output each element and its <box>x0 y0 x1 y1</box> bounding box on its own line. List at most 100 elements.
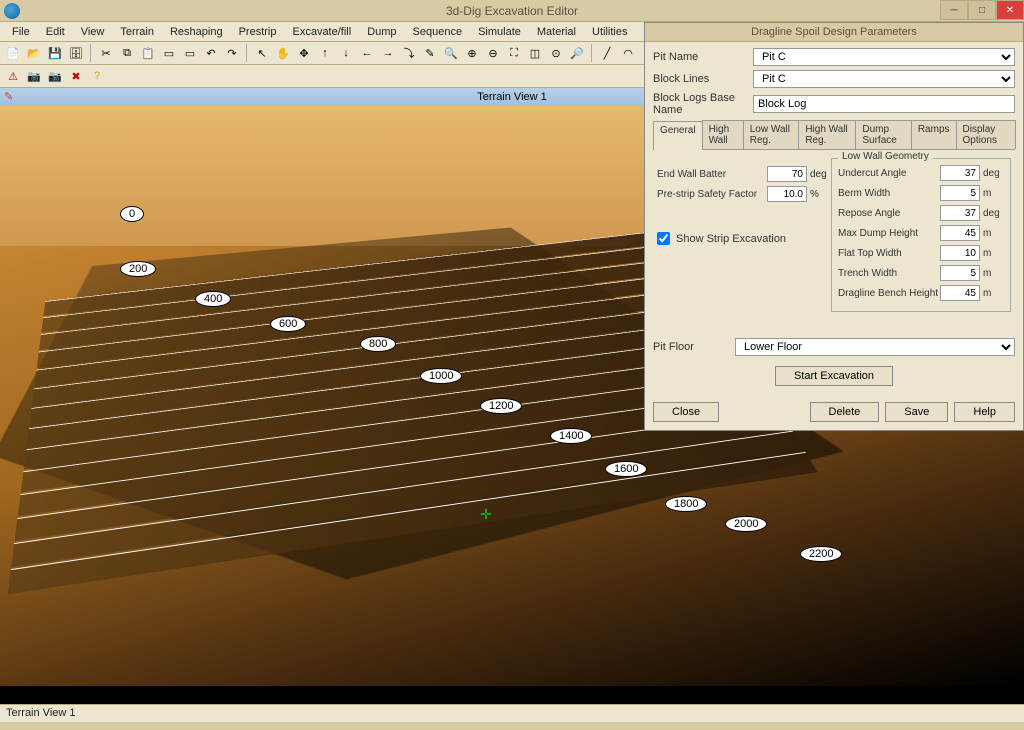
repose-label: Repose Angle <box>838 208 940 219</box>
wand-icon[interactable]: ✎ <box>421 44 439 62</box>
redo-icon[interactable]: ↷ <box>223 44 241 62</box>
menu-edit[interactable]: Edit <box>38 24 73 40</box>
endwall-input[interactable] <box>767 166 807 182</box>
block-logs-input[interactable] <box>753 95 1015 113</box>
menu-simulate[interactable]: Simulate <box>470 24 529 40</box>
minimize-button[interactable]: ─ <box>940 0 968 20</box>
arc-icon[interactable]: ◠ <box>619 44 637 62</box>
saveall-icon[interactable]: 🗄 <box>67 44 85 62</box>
close-button[interactable]: ✕ <box>996 0 1024 20</box>
tab-ramps[interactable]: Ramps <box>911 120 957 149</box>
camera1-icon[interactable]: 📷 <box>25 67 43 85</box>
status-text: Terrain View 1 <box>6 707 76 719</box>
menu-file[interactable]: File <box>4 24 38 40</box>
tab-highwallreg[interactable]: High Wall Reg. <box>798 120 856 149</box>
delete-icon[interactable]: ✖ <box>67 67 85 85</box>
dragline-dialog: Dragline Spoil Design Parameters Pit Nam… <box>644 22 1024 431</box>
tab-highwall[interactable]: High Wall <box>702 120 744 149</box>
move-icon[interactable]: ✥ <box>295 44 313 62</box>
start-excavation-button[interactable]: Start Excavation <box>775 366 893 386</box>
lowwall-legend: Low Wall Geometry <box>838 151 933 162</box>
fit-icon[interactable]: ⊙ <box>547 44 565 62</box>
tab-display[interactable]: Display Options <box>956 120 1017 149</box>
maxdump-unit: m <box>980 228 1004 239</box>
repose-unit: deg <box>980 208 1004 219</box>
maxdump-label: Max Dump Height <box>838 228 940 239</box>
app-icon <box>4 3 20 19</box>
tab-dumpsurface[interactable]: Dump Surface <box>855 120 911 149</box>
paste-icon[interactable]: 📋 <box>139 44 157 62</box>
prestrip-unit: % <box>807 189 831 200</box>
distance-label: 2200 <box>800 546 842 562</box>
pitfloor-select[interactable]: Lower Floor <box>735 338 1015 356</box>
cursor-icon: ✛ <box>480 506 492 523</box>
block-lines-select[interactable]: Pit C <box>753 70 1015 88</box>
zoomregion-icon[interactable]: ◫ <box>526 44 544 62</box>
right-icon[interactable]: → <box>379 44 397 62</box>
repose-input[interactable] <box>940 205 980 221</box>
trench-input[interactable] <box>940 265 980 281</box>
distance-label: 600 <box>270 316 306 332</box>
trench-label: Trench Width <box>838 268 940 279</box>
menu-terrain[interactable]: Terrain <box>112 24 162 40</box>
up-icon[interactable]: ↑ <box>316 44 334 62</box>
down-icon[interactable]: ↓ <box>337 44 355 62</box>
zoomsel-icon[interactable]: 🔎 <box>568 44 586 62</box>
warning-icon[interactable]: ⚠ <box>4 67 22 85</box>
bench-input[interactable] <box>940 285 980 301</box>
menu-view[interactable]: View <box>73 24 113 40</box>
select-icon[interactable]: ▭ <box>160 44 178 62</box>
undercut-input[interactable] <box>940 165 980 181</box>
zoom-icon[interactable]: 🔍 <box>442 44 460 62</box>
dialog-close-button[interactable]: Close <box>653 402 719 422</box>
new-icon[interactable]: 📄 <box>4 44 22 62</box>
maxdump-input[interactable] <box>940 225 980 241</box>
pit-name-select[interactable]: Pit C <box>753 48 1015 66</box>
undo-icon[interactable]: ↶ <box>202 44 220 62</box>
help-icon[interactable]: ? <box>88 67 106 85</box>
zoomout-icon[interactable]: ⊖ <box>484 44 502 62</box>
menu-utilities[interactable]: Utilities <box>584 24 635 40</box>
tab-general[interactable]: General <box>653 121 703 150</box>
endwall-label: End Wall Batter <box>657 169 767 180</box>
dialog-delete-button[interactable]: Delete <box>810 402 880 422</box>
distance-label: 800 <box>360 336 396 352</box>
flattop-input[interactable] <box>940 245 980 261</box>
zoomfit-icon[interactable]: ⛶ <box>505 44 523 62</box>
copy-icon[interactable]: ⧉ <box>118 44 136 62</box>
window-controls: ─ □ ✕ <box>940 0 1024 20</box>
camera2-icon[interactable]: 📷 <box>46 67 64 85</box>
left-icon[interactable]: ← <box>358 44 376 62</box>
dialog-title: Dragline Spoil Design Parameters <box>645 23 1023 42</box>
open-icon[interactable]: 📂 <box>25 44 43 62</box>
berm-input[interactable] <box>940 185 980 201</box>
undercut-unit: deg <box>980 168 1004 179</box>
show-strip-checkbox[interactable] <box>657 232 670 245</box>
dialog-help-button[interactable]: Help <box>954 402 1015 422</box>
zoomin-icon[interactable]: ⊕ <box>463 44 481 62</box>
save-icon[interactable]: 💾 <box>46 44 64 62</box>
tab-lowwallreg[interactable]: Low Wall Reg. <box>743 120 800 149</box>
show-strip-label: Show Strip Excavation <box>676 233 786 245</box>
menu-prestrip[interactable]: Prestrip <box>231 24 285 40</box>
pointer-icon[interactable]: ↖ <box>253 44 271 62</box>
flattop-label: Flat Top Width <box>838 248 940 259</box>
block-logs-label: Block Logs Base Name <box>653 92 753 116</box>
cut-icon[interactable]: ✂ <box>97 44 115 62</box>
menu-reshaping[interactable]: Reshaping <box>162 24 231 40</box>
hand-icon[interactable]: ✋ <box>274 44 292 62</box>
menu-excavate[interactable]: Excavate/fill <box>284 24 359 40</box>
maximize-button[interactable]: □ <box>968 0 996 20</box>
rotate-icon[interactable]: ⤵ <box>400 44 418 62</box>
select2-icon[interactable]: ▭ <box>181 44 199 62</box>
menu-material[interactable]: Material <box>529 24 584 40</box>
pit-name-label: Pit Name <box>653 51 753 63</box>
polyline-icon[interactable]: ╱ <box>598 44 616 62</box>
prestrip-input[interactable] <box>767 186 807 202</box>
menu-sequence[interactable]: Sequence <box>405 24 471 40</box>
dialog-tabs: General High Wall Low Wall Reg. High Wal… <box>653 120 1015 150</box>
edit-icon[interactable]: ✎ <box>4 90 13 103</box>
dialog-save-button[interactable]: Save <box>885 402 948 422</box>
menu-dump[interactable]: Dump <box>359 24 404 40</box>
block-lines-label: Block Lines <box>653 73 753 85</box>
